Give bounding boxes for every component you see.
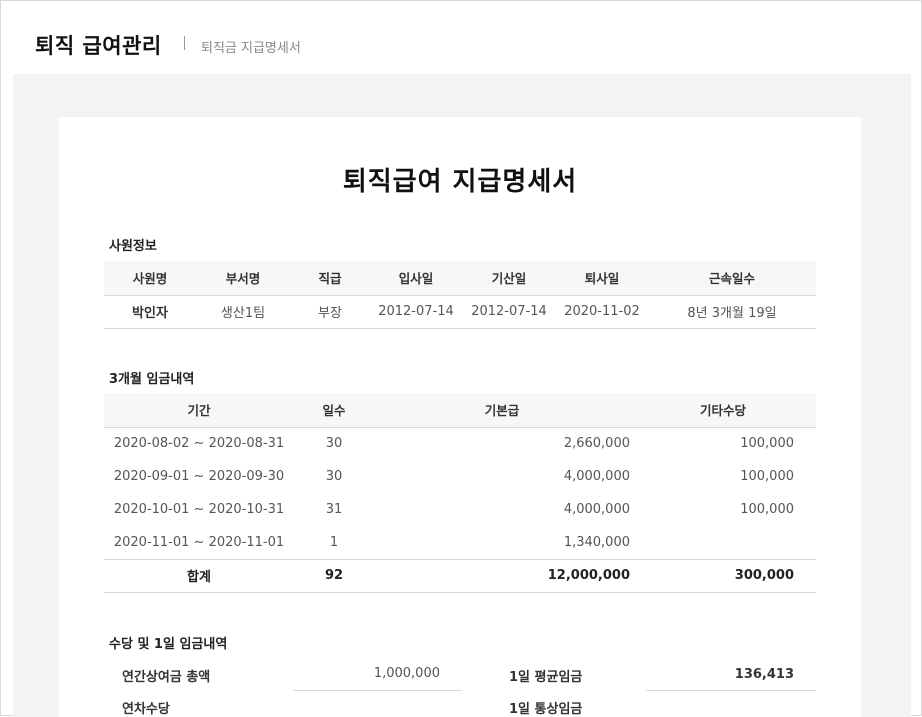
col-days: 일수 xyxy=(294,393,374,428)
daily-avg-value: 136,413 xyxy=(734,667,794,682)
employee-service-days: 8년 3개월 19일 xyxy=(648,295,816,329)
employee-row: 박인자 생산1팀 부장 2012-07-14 2012-07-14 2020-1… xyxy=(104,295,816,329)
col-position: 직급 xyxy=(290,261,370,296)
allowance-section-title: 수당 및 1일 임금내역 xyxy=(109,637,228,652)
wage-header-row: 기간 일수 기본급 기타수당 xyxy=(104,393,816,428)
employee-position: 부장 xyxy=(290,295,370,329)
wage-row: 2020-08-02 ~ 2020-08-31 30 2,660,000 100… xyxy=(104,427,816,460)
col-department: 부서명 xyxy=(196,261,290,296)
wage-total-other-allowance: 300,000 xyxy=(630,558,816,593)
col-base-pay: 기본급 xyxy=(374,393,630,428)
wage-total-row: 합계 92 12,000,000 300,000 xyxy=(104,558,816,593)
wage-base-pay: 1,340,000 xyxy=(563,534,630,550)
employee-name: 박인자 xyxy=(104,295,196,329)
col-retire-date: 퇴사일 xyxy=(556,261,648,296)
wage-days: 31 xyxy=(325,502,343,517)
header-divider xyxy=(184,36,185,50)
employee-hire-date: 2012-07-14 xyxy=(370,295,462,329)
wage-section-title: 3개월 임금내역 xyxy=(109,372,195,387)
col-period: 기간 xyxy=(104,393,294,428)
col-service-days: 근속일수 xyxy=(648,261,816,296)
wage-period: 2020-11-01 ~ 2020-11-01 xyxy=(113,534,285,550)
wage-base-pay: 4,000,000 xyxy=(563,502,630,517)
wage-base-pay: 2,660,000 xyxy=(563,436,630,452)
col-base-date: 기산일 xyxy=(462,261,556,296)
wage-base-pay: 4,000,000 xyxy=(563,469,630,484)
wage-period: 2020-09-01 ~ 2020-09-30 xyxy=(113,469,285,484)
annual-bonus-underline xyxy=(293,690,462,691)
wage-days: 30 xyxy=(325,469,343,484)
wage-other-allowance xyxy=(630,526,816,559)
col-employee-name: 사원명 xyxy=(104,261,196,296)
document-paper: 퇴직급여 지급명세서 사원정보 사원명 부서명 직급 입사일 기산일 퇴사일 근… xyxy=(59,117,861,717)
wage-other-allowance: 100,000 xyxy=(740,436,794,452)
daily-avg-label: 1일 평균임금 xyxy=(509,670,583,685)
col-other-allowance: 기타수당 xyxy=(630,393,816,428)
annual-leave-label: 연차수당 xyxy=(122,702,170,717)
wage-row: 2020-10-01 ~ 2020-10-31 31 4,000,000 100… xyxy=(104,493,816,526)
annual-bonus-value: 1,000,000 xyxy=(373,666,440,681)
employee-header-row: 사원명 부서명 직급 입사일 기산일 퇴사일 근속일수 xyxy=(104,261,816,296)
employee-section-title: 사원정보 xyxy=(109,239,157,254)
daily-normal-label: 1일 통상임금 xyxy=(509,702,583,717)
wage-table: 기간 일수 기본급 기타수당 2020-08-02 ~ 2020-08-31 3… xyxy=(104,393,816,593)
wage-total-days: 92 xyxy=(294,558,374,593)
header-bar: 퇴직 급여관리 퇴직금 지급명세서 xyxy=(13,2,911,74)
wage-row: 2020-09-01 ~ 2020-09-30 30 4,000,000 100… xyxy=(104,460,816,493)
annual-bonus-label: 연간상여금 총액 xyxy=(122,670,211,685)
wage-period: 2020-08-02 ~ 2020-08-31 xyxy=(113,436,285,452)
app-title: 퇴직 급여관리 xyxy=(35,34,162,58)
daily-avg-underline xyxy=(646,690,816,691)
wage-days: 30 xyxy=(325,436,343,452)
wage-period: 2020-10-01 ~ 2020-10-31 xyxy=(113,502,285,517)
window-frame: 퇴직 급여관리 퇴직금 지급명세서 퇴직급여 지급명세서 사원정보 사원명 부서… xyxy=(0,0,922,717)
document-title: 퇴직급여 지급명세서 xyxy=(342,167,578,197)
wage-other-allowance: 100,000 xyxy=(740,502,794,517)
wage-row: 2020-11-01 ~ 2020-11-01 1 1,340,000 xyxy=(104,526,816,559)
wage-other-allowance: 100,000 xyxy=(740,469,794,484)
breadcrumb[interactable]: 퇴직금 지급명세서 xyxy=(201,37,301,56)
employee-base-date: 2012-07-14 xyxy=(462,295,556,329)
employee-department: 생산1팀 xyxy=(196,295,290,329)
wage-total-label: 합계 xyxy=(104,558,294,593)
wage-days: 1 xyxy=(329,534,339,550)
employee-retire-date: 2020-11-02 xyxy=(556,295,648,329)
wage-total-base-pay: 12,000,000 xyxy=(374,558,630,593)
employee-table: 사원명 부서명 직급 입사일 기산일 퇴사일 근속일수 박인자 생산1팀 부장 … xyxy=(104,261,816,329)
col-hire-date: 입사일 xyxy=(370,261,462,296)
